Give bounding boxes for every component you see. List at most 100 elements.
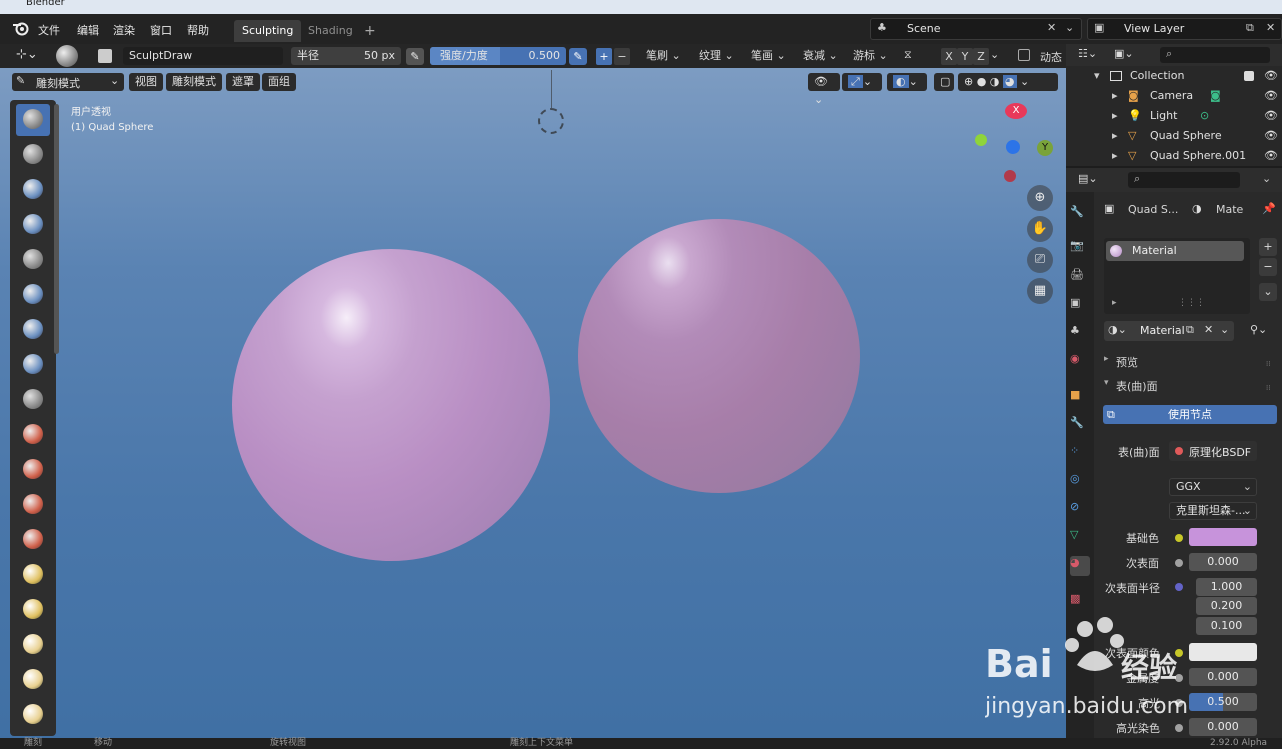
socket-icon[interactable] — [1175, 649, 1183, 657]
xray-toggle[interactable]: ▢ — [934, 73, 954, 91]
strength-field[interactable]: 强度/力度 0.500 — [430, 47, 566, 65]
tool-clay-strips[interactable] — [16, 209, 50, 241]
strength-pressure-icon[interactable]: ✎ — [569, 48, 587, 65]
socket-icon[interactable] — [1175, 724, 1183, 732]
menu-falloff[interactable]: 衰减 ⌄ — [803, 47, 838, 65]
subsurface-radius-y[interactable]: 0.200 — [1196, 597, 1257, 615]
eye-icon[interactable]: 👁 — [1264, 126, 1278, 146]
tool-pinch[interactable] — [16, 594, 50, 626]
expand-arrow-icon[interactable]: ▸ — [1112, 126, 1118, 146]
exclude-checkbox[interactable] — [1244, 71, 1254, 81]
menu-stroke[interactable]: 笔画 ⌄ — [751, 47, 786, 65]
tool-clay[interactable] — [16, 174, 50, 206]
panel-surface[interactable]: ▾ 表(曲)面 — [1098, 374, 1280, 396]
menu-view[interactable]: 视图 — [129, 73, 163, 91]
menu-cursor[interactable]: 游标 ⌄ — [853, 47, 888, 65]
tool-layer[interactable] — [16, 279, 50, 311]
visibility-icon[interactable]: 👁⌄ — [808, 73, 840, 106]
light-data-icon[interactable]: ⊙ — [1200, 106, 1209, 126]
expand-arrow-icon[interactable]: ▸ — [1112, 86, 1118, 106]
gizmo-toggle[interactable]: ⤢ ⌄ — [842, 73, 882, 91]
mesh-data-tab-icon[interactable]: ▽ — [1070, 528, 1090, 548]
menu-face-sets[interactable]: 面组 — [262, 73, 296, 91]
scene-tab-icon[interactable]: ♣ — [1070, 324, 1090, 344]
tool-smooth[interactable] — [16, 419, 50, 451]
resize-handle[interactable]: ⋮⋮⋮ — [1178, 298, 1205, 308]
metallic-field[interactable]: 0.000 — [1189, 668, 1257, 686]
grid-perspective-icon[interactable]: ▦ — [1027, 278, 1053, 304]
direction-subtract-button[interactable]: − — [614, 48, 630, 65]
lock-icon[interactable]: ⌄ — [990, 48, 1006, 65]
menu-sculpt[interactable]: 雕刻模式 — [166, 73, 222, 91]
object-tab-icon[interactable]: ■ — [1070, 388, 1090, 408]
collection-row[interactable]: ▾ Collection 👁 — [1066, 66, 1282, 86]
outliner-search-input[interactable]: ⌕ — [1160, 47, 1270, 63]
camera-data-icon[interactable]: ◙ — [1210, 86, 1221, 106]
tool-clay-thumb[interactable] — [16, 244, 50, 276]
tool-elastic-deform[interactable] — [16, 664, 50, 696]
copy-icon[interactable]: ⧉ — [1246, 21, 1254, 35]
physics-tab-icon[interactable]: ◎ — [1070, 472, 1090, 492]
overlay-toggle[interactable]: ◐ ⌄ — [887, 73, 927, 91]
quad-sphere-mesh[interactable] — [232, 249, 550, 561]
eye-icon[interactable]: 👁 — [1264, 66, 1278, 86]
menu-file[interactable]: 文件 — [38, 22, 60, 38]
eye-icon[interactable]: 👁 — [1264, 106, 1278, 126]
base-color-swatch[interactable] — [1189, 528, 1257, 546]
render-tab-icon[interactable]: 📷 — [1070, 239, 1090, 259]
constraints-tab-icon[interactable]: ⊘ — [1070, 500, 1090, 520]
eye-icon[interactable]: 👁 — [1264, 86, 1278, 106]
shading-mode-selector[interactable]: ⊕ ● ◑ ◕ ⌄ — [958, 73, 1058, 91]
tool-scrape[interactable] — [16, 524, 50, 556]
close-icon[interactable]: ✕ — [1204, 323, 1213, 336]
3d-viewport[interactable] — [0, 68, 1066, 738]
panel-preview[interactable]: ▸ 预览 — [1098, 350, 1280, 372]
gizmo-x-axis[interactable]: X — [1005, 103, 1027, 119]
direction-add-button[interactable]: + — [596, 48, 612, 65]
display-mode-icon[interactable]: ▣⌄ — [1114, 47, 1134, 60]
brush-preview-icon[interactable] — [56, 45, 78, 67]
subsurface-radius-z[interactable]: 0.100 — [1196, 617, 1257, 635]
subsurface-color-swatch[interactable] — [1189, 643, 1257, 661]
blender-logo-icon[interactable] — [12, 20, 30, 36]
outliner-item-quad-sphere[interactable]: ▸ ▽ Quad Sphere 👁 — [1066, 126, 1282, 146]
drag-handle-icon[interactable]: ⁞⁞ — [1266, 384, 1276, 394]
add-workspace-button[interactable]: + — [356, 20, 384, 42]
chevron-down-icon[interactable]: ⌄ — [1262, 172, 1271, 185]
tool-flatten[interactable] — [16, 454, 50, 486]
modifier-tab-icon[interactable]: 🔧 — [1070, 416, 1090, 436]
quad-sphere-001-mesh[interactable] — [578, 219, 860, 493]
symmetry-icon[interactable]: ⧖ — [904, 48, 928, 65]
scene-selector[interactable]: ♣ Scene ✕ ⌄ — [870, 18, 1082, 40]
particles-tab-icon[interactable]: ⁘ — [1070, 444, 1090, 464]
editor-type-icon[interactable]: ☷⌄ — [1078, 47, 1097, 60]
tool-draw-sharp[interactable] — [16, 139, 50, 171]
menu-window[interactable]: 窗口 — [150, 22, 172, 38]
close-icon[interactable]: ✕ — [1266, 21, 1275, 34]
material-slot-row[interactable]: Material — [1106, 241, 1244, 261]
socket-icon[interactable] — [1175, 583, 1183, 591]
expand-arrow-icon[interactable]: ▸ — [1112, 106, 1118, 126]
specular-tint-field[interactable]: 0.000 — [1189, 718, 1257, 736]
tab-shading[interactable]: Shading — [300, 20, 361, 42]
properties-search-input[interactable]: ⌕ — [1128, 172, 1240, 188]
copy-icon[interactable]: ⧉ — [1186, 323, 1194, 337]
tool-multiplane-scrape[interactable] — [16, 559, 50, 591]
tool-fill[interactable] — [16, 489, 50, 521]
eye-icon[interactable]: 👁 — [1264, 146, 1278, 166]
socket-icon[interactable] — [1175, 534, 1183, 542]
radius-field[interactable]: 半径 50 px — [291, 47, 401, 65]
axis-z-toggle[interactable]: Z — [973, 48, 989, 65]
texture-tab-icon[interactable]: ▩ — [1070, 592, 1090, 612]
menu-texture[interactable]: 纹理 ⌄ — [699, 47, 734, 65]
tool-tab-icon[interactable]: 🔧 — [1070, 205, 1090, 225]
socket-icon[interactable] — [1175, 674, 1183, 682]
tab-sculpting[interactable]: Sculpting — [234, 20, 302, 42]
view-layer-selector[interactable]: ▣ View Layer ⧉ ✕ — [1087, 18, 1282, 40]
brush-datablock-icon[interactable] — [98, 49, 112, 63]
socket-icon[interactable] — [1175, 559, 1183, 567]
expand-arrow-icon[interactable]: ▸ — [1112, 146, 1118, 166]
tool-draw[interactable] — [16, 104, 50, 136]
world-tab-icon[interactable]: ◉ — [1070, 352, 1090, 372]
dyntopo-checkbox[interactable] — [1018, 49, 1030, 61]
